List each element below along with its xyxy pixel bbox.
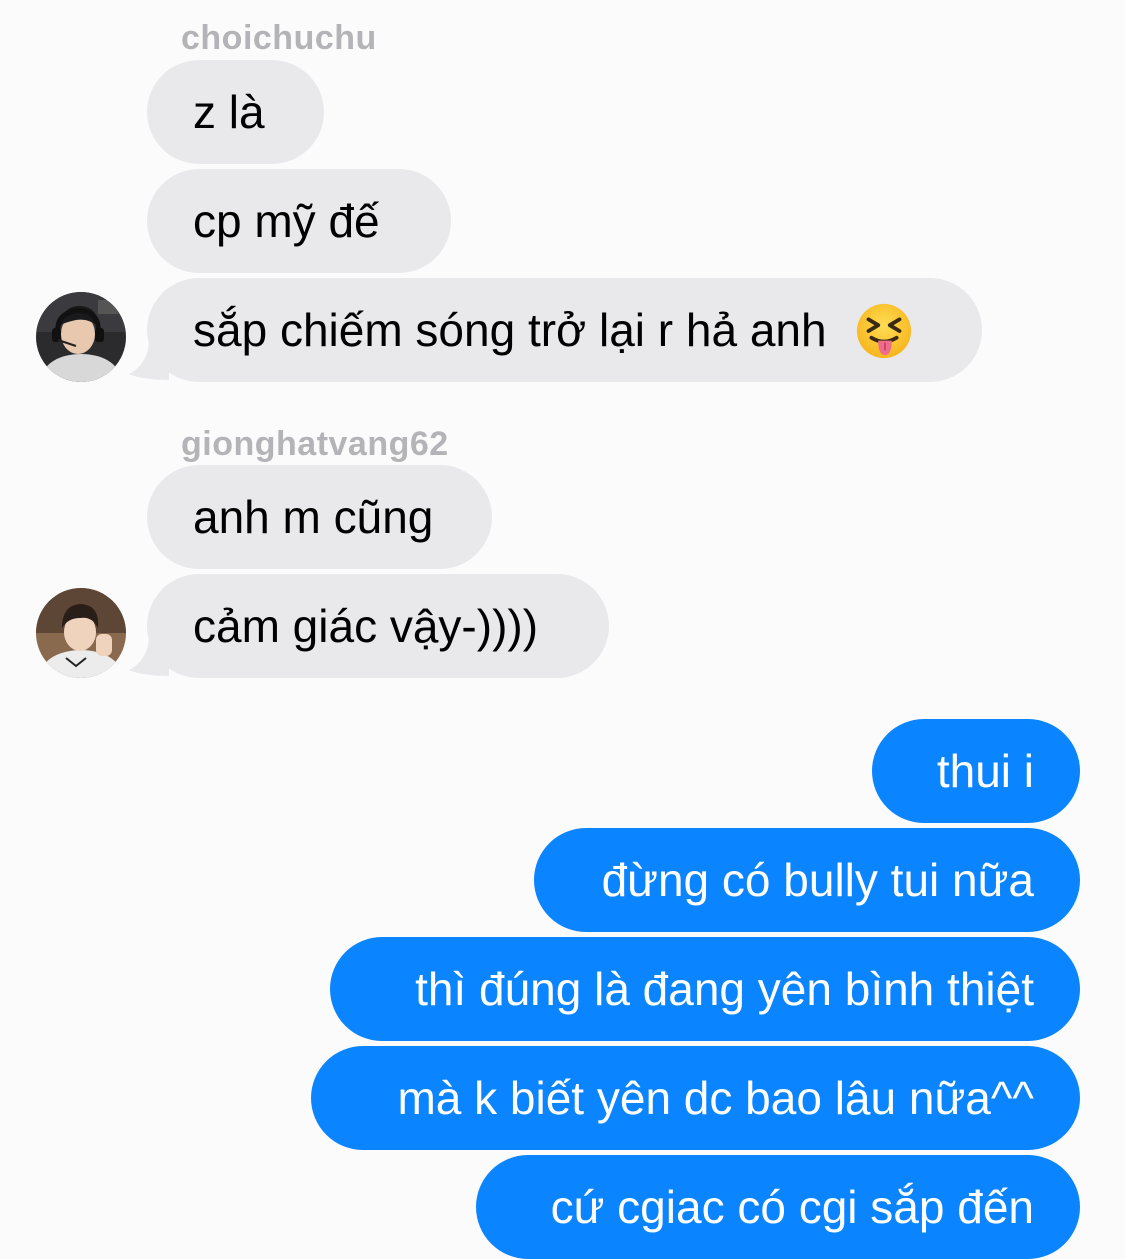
outgoing-message[interactable]: cứ cgiac có cgi sắp đến [476, 1155, 1080, 1259]
message-text: đừng có bully tui nữa [601, 854, 1034, 906]
incoming-message[interactable]: cảm giác vậy-)))) [147, 574, 609, 678]
incoming-message[interactable]: cp mỹ đế [147, 169, 451, 273]
incoming-message[interactable]: anh m cũng [147, 465, 492, 569]
message-text: z là [193, 86, 265, 138]
message-text: cảm giác vậy-)))) [193, 600, 539, 652]
sender-name-gionghatvang62: gionghatvang62 [181, 425, 449, 463]
message-text: cp mỹ đế [193, 195, 380, 247]
face-with-tongue-squinting-icon [857, 303, 912, 358]
message-text: mà k biết yên dc bao lâu nữa^^ [397, 1072, 1034, 1124]
message-text: anh m cũng [193, 491, 434, 543]
avatar-choichuchu[interactable] [36, 292, 126, 382]
message-text: thui i [936, 745, 1034, 797]
outgoing-message[interactable]: thì đúng là đang yên bình thiệt [330, 937, 1080, 1041]
profile-photo-icon [36, 588, 126, 678]
outgoing-message[interactable]: mà k biết yên dc bao lâu nữa^^ [311, 1046, 1080, 1150]
profile-photo-icon [36, 292, 126, 382]
message-text: cứ cgiac có cgi sắp đến [550, 1181, 1034, 1233]
outgoing-message[interactable]: đừng có bully tui nữa [534, 828, 1080, 932]
message-text: thì đúng là đang yên bình thiệt [415, 963, 1034, 1015]
message-text: sắp chiếm sóng trở lại r hả anh [193, 304, 827, 356]
incoming-message[interactable]: z là [147, 60, 324, 164]
sender-name-choichuchu: choichuchu [181, 19, 377, 57]
avatar-gionghatvang62[interactable] [36, 588, 126, 678]
incoming-message[interactable]: sắp chiếm sóng trở lại r hả anh [147, 278, 982, 382]
outgoing-message[interactable]: thui i [872, 719, 1080, 823]
